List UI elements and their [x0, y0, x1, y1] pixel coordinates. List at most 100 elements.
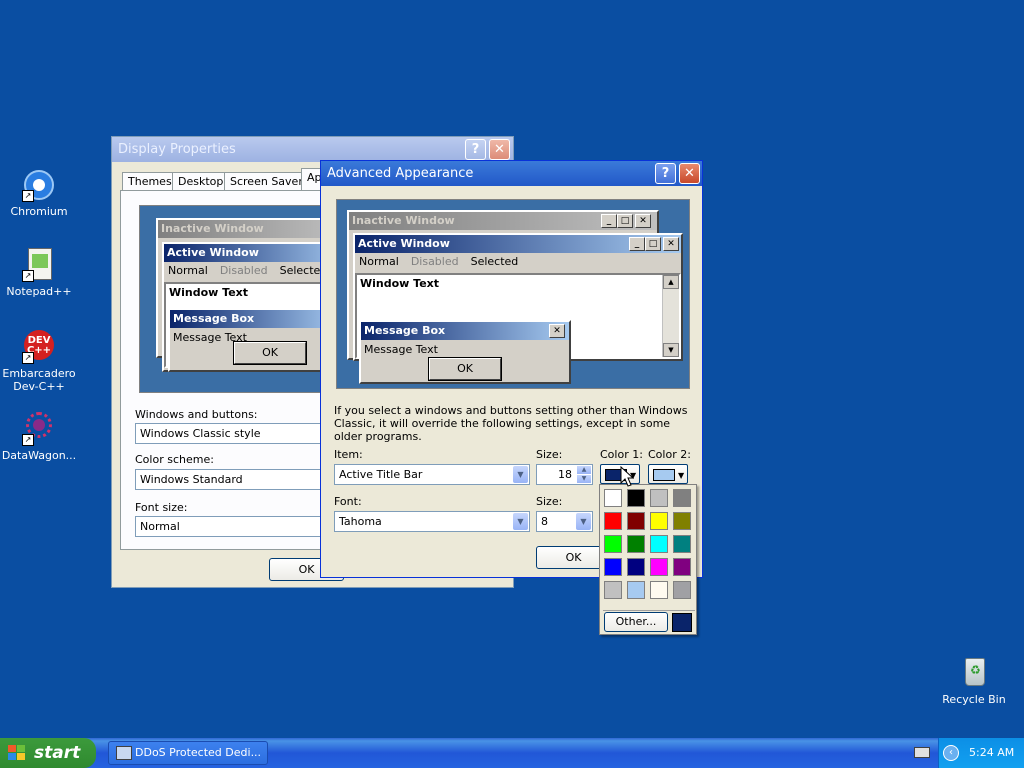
item-combo[interactable]: Active Title Bar ▼ — [334, 464, 530, 485]
taskbar-item-display-properties[interactable]: DDoS Protected Dedi... — [108, 741, 268, 765]
desktop-icon-label: DataWagon... — [1, 449, 77, 462]
dev-cpp-icon: DEV C++ ↗ — [22, 330, 56, 364]
combo-value: Windows Standard — [140, 473, 243, 486]
menu-disabled: Disabled — [219, 264, 268, 277]
close-icon: ✕ — [663, 237, 679, 251]
maximize-icon: □ — [645, 237, 661, 251]
palette-swatch[interactable] — [673, 535, 691, 553]
clock[interactable]: 5:24 AM — [969, 738, 1014, 768]
preview-menu: Normal Disabled Selected — [355, 253, 681, 271]
palette-swatch[interactable] — [604, 489, 622, 507]
taskbar: start DDoS Protected Dedi... ‹ 5:24 AM — [0, 738, 1024, 768]
color1-label: Color 1: — [600, 448, 643, 461]
size-spinner[interactable]: 18 ▲ ▼ — [536, 464, 593, 485]
palette-swatch[interactable] — [604, 535, 622, 553]
preview-message-box-title-text: Message Box — [364, 324, 446, 337]
preview-message-box-title: Message Box ✕ — [361, 322, 569, 340]
palette-swatch[interactable] — [650, 535, 668, 553]
keyboard-icon[interactable] — [914, 747, 930, 758]
palette-swatch[interactable] — [673, 581, 691, 599]
spinner-value: 18 — [558, 468, 572, 481]
combo-value: Active Title Bar — [339, 468, 423, 481]
other-colors-button[interactable]: Other... — [604, 612, 668, 632]
windows-buttons-label: Windows and buttons: — [135, 408, 258, 421]
font-size-combo[interactable]: 8 ▼ — [536, 511, 593, 532]
tab-themes[interactable]: Themes — [122, 172, 178, 191]
palette-swatch[interactable] — [673, 489, 691, 507]
chevron-down-icon: ▼ — [678, 471, 685, 480]
palette-swatch[interactable] — [627, 558, 645, 576]
help-button[interactable]: ? — [465, 139, 486, 160]
mouse-cursor-icon — [620, 466, 634, 487]
chevron-down-icon[interactable]: ▼ — [513, 513, 528, 530]
palette-swatch[interactable] — [650, 558, 668, 576]
start-label: start — [34, 743, 81, 763]
appearance-preview: Inactive Window Active Window Normal Disa… — [139, 205, 352, 393]
tab-screen-saver[interactable]: Screen Saver — [224, 172, 309, 191]
preview-inactive-title: Inactive Window — [158, 220, 344, 238]
preview-inactive-title: Inactive Window _ □ ✕ — [349, 212, 657, 230]
font-size-combo[interactable]: Normal — [135, 516, 325, 537]
desktop-icon-label: Chromium — [10, 205, 68, 218]
desktop: ↗ Chromium ↗ Notepad++ DEV C++ ↗ Embarcad… — [0, 0, 1024, 738]
palette-swatch[interactable] — [627, 512, 645, 530]
desktop-icon-label: Embarcadero Dev-C++ — [2, 367, 76, 393]
palette-swatch[interactable] — [604, 581, 622, 599]
preview-message-box: Message Box ✕ Message Text OK — [359, 320, 571, 384]
palette-swatch[interactable] — [673, 512, 691, 530]
menu-disabled: Disabled — [410, 255, 459, 268]
desktop-icon-chromium[interactable]: ↗ Chromium — [0, 168, 78, 218]
palette-swatch[interactable] — [604, 558, 622, 576]
color-scheme-combo[interactable]: Windows Standard — [135, 469, 325, 490]
preview-ok-button: OK — [233, 341, 307, 365]
tab-desktop[interactable]: Desktop — [172, 172, 230, 191]
desktop-icon-datawagon[interactable]: ↗ DataWagon... — [0, 412, 78, 462]
windows-buttons-combo[interactable]: Windows Classic style — [135, 423, 325, 444]
color2-label: Color 2: — [648, 448, 691, 461]
help-button[interactable]: ? — [655, 163, 676, 184]
chevron-down-icon[interactable]: ▼ — [576, 513, 591, 530]
desktop-icon-notepad-plus-plus[interactable]: ↗ Notepad++ — [0, 248, 78, 298]
spin-down-icon[interactable]: ▼ — [577, 475, 591, 483]
preview-inactive-title-text: Inactive Window — [352, 214, 455, 227]
desktop-icon-dev-cpp[interactable]: DEV C++ ↗ Embarcadero Dev-C++ — [0, 330, 78, 393]
palette-swatch[interactable] — [604, 512, 622, 530]
preview-scrollbar: ▲ ▼ — [662, 275, 679, 357]
close-button[interactable]: ✕ — [679, 163, 700, 184]
combo-value: 8 — [541, 515, 548, 528]
start-button[interactable]: start — [0, 738, 96, 768]
color-palette[interactable]: Other... — [599, 484, 697, 635]
system-tray: ‹ 5:24 AM — [938, 738, 1024, 768]
spin-up-icon[interactable]: ▲ — [577, 466, 591, 474]
preview-message-box: Message Box Message Text OK — [168, 308, 344, 372]
chevron-left-icon[interactable]: ‹ — [943, 745, 959, 761]
window-title: Advanced Appearance — [327, 166, 474, 181]
palette-swatch[interactable] — [650, 512, 668, 530]
maximize-icon: □ — [617, 214, 633, 228]
palette-swatch[interactable] — [650, 581, 668, 599]
font-combo[interactable]: Tahoma ▼ — [334, 511, 530, 532]
current-color-swatch — [672, 613, 692, 632]
preview-active-title-text: Active Window — [358, 237, 450, 250]
color2-button[interactable]: ▼ — [648, 464, 688, 484]
palette-swatch[interactable] — [627, 581, 645, 599]
combo-value: Tahoma — [339, 515, 382, 528]
desktop-icon-recycle-bin[interactable]: ♻ Recycle Bin — [935, 656, 1013, 706]
close-button[interactable]: ✕ — [489, 139, 510, 160]
item-label: Item: — [334, 448, 363, 461]
menu-selected: Selected — [470, 255, 519, 268]
display-properties-titlebar[interactable]: Display Properties ? ✕ — [112, 137, 513, 162]
advanced-preview: Inactive Window _ □ ✕ Active Window _ □ … — [336, 199, 690, 389]
advanced-appearance-titlebar[interactable]: Advanced Appearance ? ✕ — [321, 161, 702, 186]
font-label: Font: — [334, 495, 362, 508]
palette-swatch[interactable] — [627, 535, 645, 553]
palette-swatch[interactable] — [673, 558, 691, 576]
minimize-icon: _ — [601, 214, 617, 228]
palette-swatch[interactable] — [627, 489, 645, 507]
chevron-down-icon[interactable]: ▼ — [513, 466, 528, 483]
window-title: Display Properties — [118, 142, 236, 157]
preview-window-text-label: Window Text — [360, 277, 440, 290]
combo-value: Windows Classic style — [140, 427, 261, 440]
palette-swatch[interactable] — [650, 489, 668, 507]
preview-ok-button: OK — [428, 357, 502, 381]
